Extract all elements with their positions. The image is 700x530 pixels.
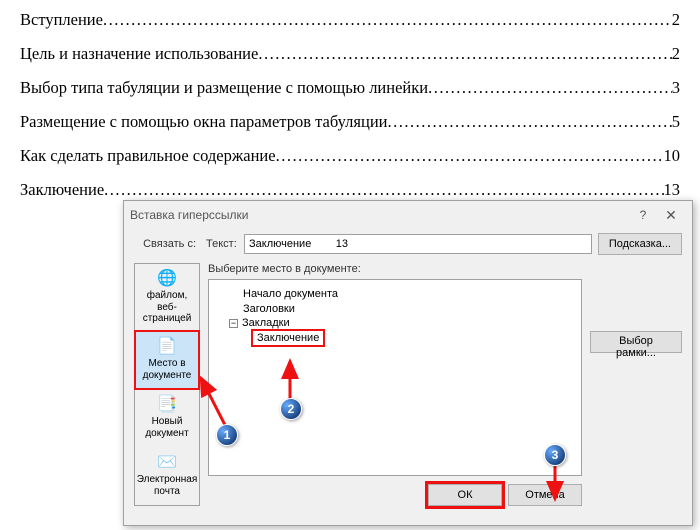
toc-page: 10 <box>664 146 681 166</box>
toc-title: Цель и назначение использование <box>20 44 258 64</box>
text-label: Текст: <box>202 238 238 250</box>
toc-line: Выбор типа табуляции и размещение с помо… <box>8 78 680 98</box>
sidebar-item-label: файлом, веб-страницей <box>137 290 197 325</box>
tree-expander-icon[interactable]: − <box>229 319 238 328</box>
toc-leader: ........................................… <box>428 78 672 98</box>
cancel-button[interactable]: Отмена <box>508 484 582 506</box>
toc-line: Заключение..............................… <box>8 180 680 200</box>
tree-node-bookmarks[interactable]: −Закладки <box>217 316 573 330</box>
toc-line: Размещение с помощью окна параметров таб… <box>8 112 680 132</box>
tree-node-headings[interactable]: Заголовки <box>217 301 573 316</box>
toc-page: 2 <box>672 44 680 64</box>
toc-title: Выбор типа табуляции и размещение с помо… <box>20 78 428 98</box>
new-document-icon: 📑 <box>157 396 177 414</box>
toc-page: 3 <box>672 78 680 98</box>
callout-badge-1: 1 <box>216 424 238 446</box>
tree-node-bookmark-item[interactable]: Заключение <box>217 330 573 346</box>
sidebar-item-label: Электронная почта <box>137 474 197 497</box>
toc-line: Цель и назначение использование.........… <box>8 44 680 64</box>
email-icon: ✉️ <box>157 454 177 472</box>
help-button[interactable]: ? <box>630 208 656 222</box>
tree-selected-item: Заключение <box>253 331 323 345</box>
dialog-titlebar: Вставка гиперссылки ? ✕ <box>124 201 692 229</box>
toc-page: 5 <box>672 112 680 132</box>
toc-title: Как сделать правильное содержание <box>20 146 276 166</box>
screentip-button[interactable]: Подсказка... <box>598 233 682 255</box>
globe-file-icon: 🌐 <box>157 270 177 288</box>
link-to-label: Связать с: <box>134 238 196 250</box>
toc-leader: ........................................… <box>104 180 663 200</box>
sidebar-item-email[interactable]: ✉️ Электронная почта <box>135 447 199 505</box>
link-type-sidebar: 🌐 файлом, веб-страницей 📄 Место в докуме… <box>134 263 200 506</box>
dialog-title: Вставка гиперссылки <box>130 208 248 222</box>
sidebar-item-label: Новый документ <box>137 416 197 439</box>
ok-button[interactable]: ОК <box>428 484 502 506</box>
toc-title: Размещение с помощью окна параметров таб… <box>20 112 387 132</box>
callout-badge-2: 2 <box>280 398 302 420</box>
sidebar-item-place-in-doc[interactable]: 📄 Место в документе <box>135 331 199 389</box>
toc-leader: ........................................… <box>258 44 671 64</box>
sidebar-item-label: Место в документе <box>138 358 196 381</box>
display-text-input[interactable] <box>244 234 592 254</box>
sidebar-item-file-web[interactable]: 🌐 файлом, веб-страницей <box>135 264 199 331</box>
document-tree[interactable]: Начало документа Заголовки −Закладки Зак… <box>208 279 582 476</box>
toc-leader: ........................................… <box>103 10 672 30</box>
tree-node-top[interactable]: Начало документа <box>217 286 573 301</box>
toc-leader: ........................................… <box>387 112 671 132</box>
choose-place-label: Выберите место в документе: <box>208 263 582 275</box>
sidebar-item-new-doc[interactable]: 📑 Новый документ <box>135 389 199 447</box>
toc-title: Заключение <box>20 180 104 200</box>
document-background: Вступление..............................… <box>0 0 700 200</box>
toc-title: Вступление <box>20 10 103 30</box>
close-button[interactable]: ✕ <box>656 207 686 224</box>
toc-leader: ........................................… <box>276 146 664 166</box>
document-target-icon: 📄 <box>157 338 177 356</box>
toc-page: 13 <box>664 180 681 200</box>
tree-node-label: Закладки <box>242 317 290 329</box>
toc-line: Вступление..............................… <box>8 10 680 30</box>
target-frame-button[interactable]: Выбор рамки... <box>590 331 682 353</box>
insert-hyperlink-dialog: Вставка гиперссылки ? ✕ Связать с: Текст… <box>123 200 693 526</box>
callout-badge-3: 3 <box>544 444 566 466</box>
toc-line: Как сделать правильное содержание.......… <box>8 146 680 166</box>
toc-page: 2 <box>672 10 680 30</box>
